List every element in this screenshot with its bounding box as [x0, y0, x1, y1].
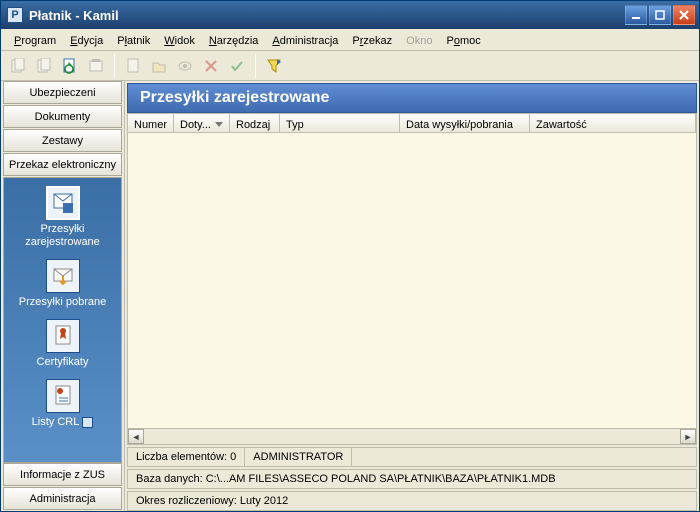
scroll-right-icon[interactable]: ►: [680, 429, 696, 444]
status-db: Baza danych: C:\...AM FILES\ASSECO POLAN…: [128, 470, 696, 488]
titlebar: P Płatnik - Kamil: [1, 1, 699, 29]
minimize-button[interactable]: [625, 5, 647, 25]
filter-icon[interactable]: [262, 54, 286, 78]
status-user: ADMINISTRATOR: [245, 448, 352, 466]
nav-przesylki-zarejestrowane[interactable]: Przesyłkizarejestrowane: [4, 178, 121, 251]
nav-label: Przesyłkizarejestrowane: [8, 223, 117, 249]
menu-edycja[interactable]: Edycja: [63, 33, 110, 49]
app-icon: P: [7, 7, 23, 23]
crl-list-icon: [46, 379, 80, 413]
grid-body[interactable]: ◄ ►: [127, 133, 697, 445]
menu-program[interactable]: Program: [7, 33, 63, 49]
horizontal-scrollbar[interactable]: ◄ ►: [128, 428, 696, 444]
sidebar-dokumenty[interactable]: Dokumenty: [3, 105, 122, 128]
view-icon: [173, 54, 197, 78]
open-icon: [147, 54, 171, 78]
sidebar-nav-panel: Przesyłkizarejestrowane Przesyłki pobran…: [3, 177, 122, 463]
nav-label: Certyfikaty: [8, 356, 117, 369]
menu-administracja[interactable]: Administracja: [265, 33, 345, 49]
toolbar-btn-4: [84, 54, 108, 78]
nav-przesylki-pobrane[interactable]: Przesyłki pobrane: [4, 251, 121, 311]
status-period: Okres rozliczeniowy: Luty 2012: [128, 492, 696, 510]
maximize-button[interactable]: [649, 5, 671, 25]
sidebar-przekaz[interactable]: Przekaz elektroniczny: [3, 153, 122, 176]
window-title: Płatnik - Kamil: [29, 8, 623, 23]
main-area: Przesyłki zarejestrowane Numer Doty... R…: [125, 81, 699, 511]
nav-label: Przesyłki pobrane: [8, 296, 117, 309]
col-doty[interactable]: Doty...: [174, 114, 230, 132]
page-title: Przesyłki zarejestrowane: [127, 83, 697, 113]
toolbar-btn-1: [6, 54, 30, 78]
status-row-3: Okres rozliczeniowy: Luty 2012: [127, 491, 697, 511]
refresh-icon[interactable]: [58, 54, 82, 78]
toolbar: [1, 51, 699, 81]
menu-pomoc[interactable]: Pomoc: [439, 33, 487, 49]
scroll-left-icon[interactable]: ◄: [128, 429, 144, 444]
menu-narzedzia[interactable]: Narzędzia: [202, 33, 266, 49]
nav-listy-crl[interactable]: Listy CRL: [4, 371, 121, 431]
status-count: Liczba elementów: 0: [128, 448, 245, 466]
close-button[interactable]: [673, 5, 695, 25]
toolbar-separator-2: [255, 54, 256, 78]
certificate-icon: [46, 319, 80, 353]
scroll-track[interactable]: [144, 429, 680, 444]
sidebar: Ubezpieczeni Dokumenty Zestawy Przekaz e…: [1, 81, 125, 511]
toolbar-separator: [114, 54, 115, 78]
menubar: Program Edycja Płatnik Widok Narzędzia A…: [1, 29, 699, 51]
chevron-down-icon[interactable]: [82, 417, 93, 428]
status-row-2: Baza danych: C:\...AM FILES\ASSECO POLAN…: [127, 469, 697, 489]
col-typ[interactable]: Typ: [280, 114, 400, 132]
col-data[interactable]: Data wysyłki/pobrania: [400, 114, 530, 132]
status-filler: [352, 448, 696, 466]
toolbar-btn-2: [32, 54, 56, 78]
check-icon: [225, 54, 249, 78]
sidebar-administracja[interactable]: Administracja: [3, 487, 122, 510]
nav-certyfikaty[interactable]: Certyfikaty: [4, 311, 121, 371]
status-row-1: Liczba elementów: 0 ADMINISTRATOR: [127, 447, 697, 467]
menu-widok[interactable]: Widok: [157, 33, 202, 49]
envelope-register-icon: [46, 186, 80, 220]
col-numer[interactable]: Numer: [128, 114, 174, 132]
envelope-download-icon: [46, 259, 80, 293]
sidebar-ubezpieczeni[interactable]: Ubezpieczeni: [3, 81, 122, 104]
col-zawartosc[interactable]: Zawartość: [530, 114, 696, 132]
menu-platnik[interactable]: Płatnik: [110, 33, 157, 49]
sidebar-informacje[interactable]: Informacje z ZUS: [3, 463, 122, 486]
menu-okno: Okno: [399, 33, 439, 49]
sidebar-zestawy[interactable]: Zestawy: [3, 129, 122, 152]
nav-label: Listy CRL: [8, 416, 117, 429]
delete-icon: [199, 54, 223, 78]
new-doc-icon: [121, 54, 145, 78]
menu-przekaz[interactable]: Przekaz: [345, 33, 399, 49]
grid-header: Numer Doty... Rodzaj Typ Data wysyłki/po…: [127, 113, 697, 133]
col-rodzaj[interactable]: Rodzaj: [230, 114, 280, 132]
